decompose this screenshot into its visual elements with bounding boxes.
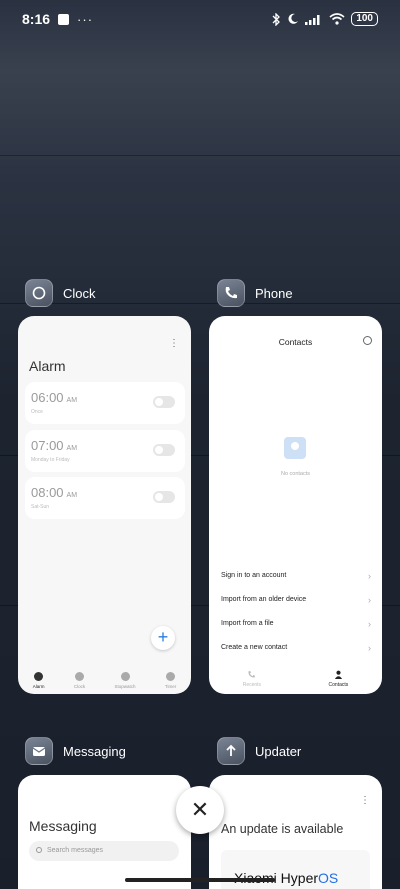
hyperos-banner: Xiaomi HyperOS	[221, 850, 370, 889]
bluetooth-icon	[272, 12, 281, 26]
tab-label: Recents	[242, 682, 262, 688]
option-import-device[interactable]: Import from an older device ›	[221, 595, 371, 605]
stopwatch-icon	[120, 672, 130, 681]
notification-icon	[58, 13, 70, 25]
tab-label: Stopwatch	[114, 684, 136, 689]
app-name-clock: Clock	[63, 285, 96, 301]
search-icon	[36, 847, 42, 853]
phone-tab-bar: Recents Contacts	[209, 670, 382, 688]
alarm-repeat: Sat-Sun	[31, 504, 50, 510]
alarm-time: 07:00	[31, 438, 64, 453]
tab-label: Timer	[164, 684, 177, 689]
alarm-item[interactable]: 06:00 AM Once	[25, 382, 185, 424]
alarm-toggle[interactable]	[153, 491, 175, 503]
search-placeholder: Search messages	[47, 847, 104, 854]
clear-all-button[interactable]: ✕	[176, 786, 224, 834]
alarm-icon	[34, 672, 44, 681]
phone-app-icon	[217, 279, 245, 307]
alarm-toggle[interactable]	[153, 444, 175, 456]
more-options-icon[interactable]: ⋮	[169, 338, 179, 349]
empty-state-text: No contacts	[280, 471, 311, 477]
alarm-repeat: Once	[31, 409, 43, 415]
add-alarm-button[interactable]: +	[151, 626, 175, 650]
brand-os-text: OS	[318, 870, 339, 886]
chevron-right-icon: ›	[368, 619, 371, 629]
tab-stopwatch[interactable]: Stopwatch	[115, 672, 136, 689]
contact-placeholder-icon	[284, 437, 306, 459]
alarm-item[interactable]: 07:00 AM Monday to Friday	[25, 430, 185, 472]
alarm-title: Alarm	[29, 358, 66, 374]
chevron-right-icon: ›	[368, 595, 371, 605]
updater-app-card[interactable]: ⋮ An update is available Xiaomi HyperOS	[209, 775, 382, 889]
tab-label: Contacts	[328, 682, 349, 688]
alarm-time: 06:00	[31, 390, 64, 405]
app-header-updater[interactable]: Updater	[217, 737, 301, 765]
phone-icon	[248, 671, 256, 678]
app-header-clock[interactable]: Clock	[25, 279, 96, 307]
alarm-time: 08:00	[31, 485, 64, 500]
option-import-file[interactable]: Import from a file ›	[221, 619, 371, 629]
tab-label: Alarm	[32, 684, 45, 689]
option-label: Create a new contact	[221, 644, 288, 651]
moon-icon	[288, 13, 299, 24]
clock-icon	[74, 672, 84, 681]
clock-tab-bar: Alarm Clock Stopwatch Timer	[18, 672, 191, 689]
status-bar: 8:16 ··· 100	[0, 0, 400, 38]
contacts-title: Contacts	[278, 337, 313, 347]
messaging-title: Messaging	[29, 818, 97, 834]
option-label: Sign in to an account	[221, 572, 287, 579]
alarm-ampm: AM	[66, 397, 78, 404]
messaging-app-icon	[25, 737, 53, 765]
option-label: Import from an older device	[221, 596, 307, 603]
more-options-icon[interactable]: ⋮	[360, 795, 370, 806]
chevron-right-icon: ›	[368, 643, 371, 653]
clock-app-card[interactable]: ⋮ Alarm 06:00 AM Once 07:00 AM Monday to F…	[18, 316, 191, 694]
alarm-repeat: Monday to Friday	[31, 457, 70, 463]
home-indicator[interactable]	[125, 878, 275, 882]
tab-timer[interactable]: Timer	[165, 672, 176, 689]
alarm-toggle[interactable]	[153, 396, 175, 408]
gear-icon[interactable]	[363, 336, 372, 345]
tab-label: Clock	[73, 684, 86, 689]
app-name-phone: Phone	[255, 285, 293, 301]
app-name-messaging: Messaging	[63, 743, 126, 759]
more-notifications-icon: ···	[77, 11, 94, 27]
tab-clock[interactable]: Clock	[74, 672, 85, 689]
wifi-icon	[329, 13, 345, 25]
alarm-ampm: AM	[66, 445, 78, 452]
update-title: An update is available	[221, 822, 344, 836]
messaging-app-card[interactable]: Messaging Search messages	[18, 775, 191, 889]
tab-recents[interactable]: Recents	[243, 670, 261, 688]
phone-app-card[interactable]: Contacts No contacts Sign in to an accou…	[209, 316, 382, 694]
tab-contacts[interactable]: Contacts	[328, 670, 349, 688]
option-sign-in[interactable]: Sign in to an account ›	[221, 571, 371, 581]
battery-indicator: 100	[351, 12, 378, 26]
app-name-updater: Updater	[255, 743, 302, 759]
signal-icon	[305, 14, 320, 25]
app-header-phone[interactable]: Phone	[217, 279, 293, 307]
person-icon	[334, 670, 342, 679]
alarm-ampm: AM	[66, 492, 78, 499]
status-time: 8:16	[22, 11, 51, 27]
hourglass-icon	[166, 672, 176, 681]
app-header-messaging[interactable]: Messaging	[25, 737, 126, 765]
search-input[interactable]: Search messages	[29, 841, 179, 861]
tab-alarm[interactable]: Alarm	[32, 672, 45, 689]
updater-app-icon	[217, 737, 245, 765]
option-create-contact[interactable]: Create a new contact ›	[221, 643, 371, 653]
option-label: Import from a file	[221, 620, 274, 627]
clock-app-icon	[25, 279, 53, 307]
chevron-right-icon: ›	[368, 571, 371, 581]
alarm-item[interactable]: 08:00 AM Sat-Sun	[25, 477, 185, 519]
